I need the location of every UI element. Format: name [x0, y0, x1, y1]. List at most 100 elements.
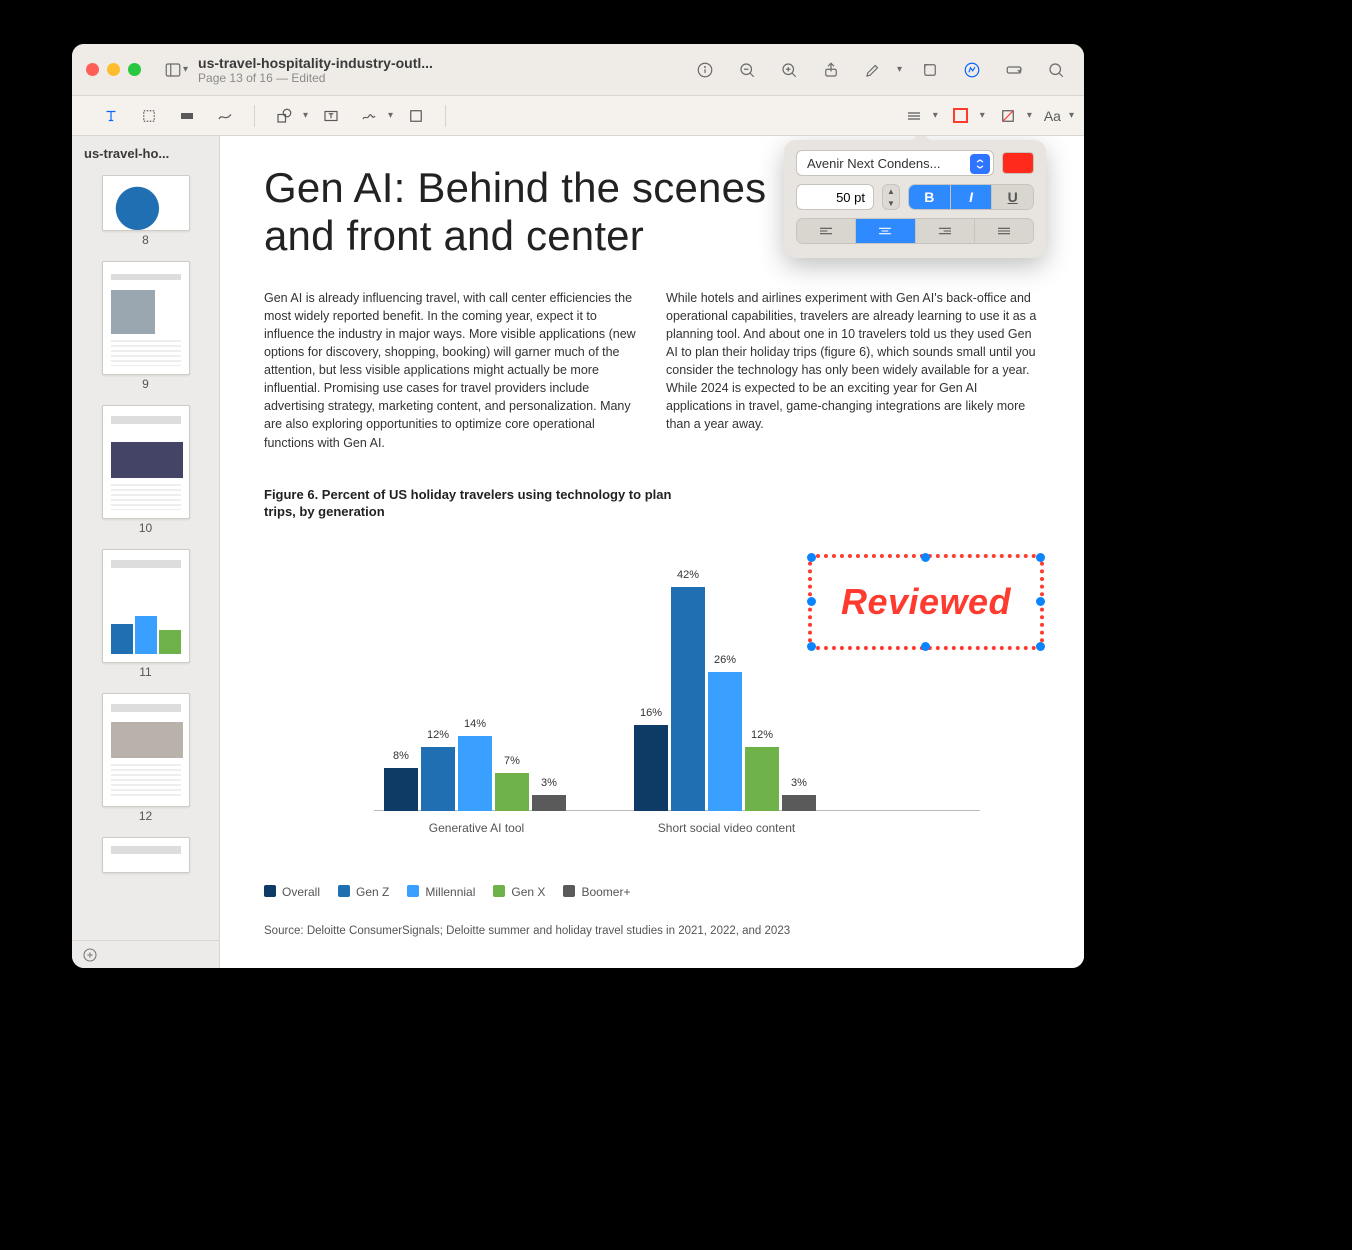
font-style-button[interactable]: Aa	[1040, 102, 1065, 130]
page-thumbnail[interactable]	[102, 405, 190, 519]
fill-color-button[interactable]	[993, 102, 1023, 130]
thumbnail-list[interactable]: 8 9 10	[72, 169, 219, 940]
text-select-tool-button[interactable]	[96, 102, 126, 130]
reviewed-annotation[interactable]: Reviewed	[808, 554, 1044, 650]
shapes-menu-button[interactable]	[269, 102, 299, 130]
highlight-menu-chevron-icon[interactable]: ▾	[897, 64, 902, 75]
font-size-stepper[interactable]: ▲▼	[882, 184, 900, 210]
annotation-text: Reviewed	[841, 581, 1011, 623]
share-button[interactable]	[817, 56, 845, 84]
markup-button[interactable]	[958, 56, 986, 84]
border-color-chevron-icon[interactable]: ▾	[980, 110, 985, 121]
chart-bar-value: 12%	[427, 729, 449, 741]
zoom-out-button[interactable]	[733, 56, 761, 84]
bold-toggle[interactable]: B	[909, 185, 951, 209]
font-size-field[interactable]: 50 pt	[796, 184, 874, 210]
zoom-in-button[interactable]	[775, 56, 803, 84]
rect-select-tool-button[interactable]	[134, 102, 164, 130]
sign-tool-button[interactable]	[354, 102, 384, 130]
border-color-button[interactable]	[946, 102, 976, 130]
chart-bar: 12%	[421, 747, 455, 811]
chart-source: Source: Deloitte ConsumerSignals; Deloit…	[264, 925, 1040, 937]
align-justify-button[interactable]	[975, 219, 1033, 243]
chart-bar: 8%	[384, 768, 418, 811]
body-columns: Gen AI is already influencing travel, wi…	[264, 289, 1040, 452]
chart-bar-value: 3%	[541, 777, 557, 789]
resize-handle[interactable]	[921, 553, 930, 562]
sign-chevron-icon[interactable]: ▾	[388, 110, 393, 121]
chart-bar: 3%	[532, 795, 566, 811]
sketch-tool-button[interactable]	[210, 102, 240, 130]
resize-handle[interactable]	[807, 597, 816, 606]
app-window: ▾ us-travel-hospitality-industry-outl...…	[72, 44, 1084, 968]
line-style-button[interactable]	[899, 102, 929, 130]
align-left-button[interactable]	[797, 219, 856, 243]
thumb-label: 8	[102, 233, 190, 247]
font-family-select[interactable]: Avenir Next Condens...	[796, 150, 994, 176]
highlight-button[interactable]	[859, 56, 887, 84]
column-right: While hotels and airlines experiment wit…	[666, 289, 1040, 452]
thumb-label: 10	[102, 521, 190, 535]
dropdown-icon	[970, 154, 990, 174]
note-tool-button[interactable]	[401, 102, 431, 130]
resize-handle[interactable]	[807, 553, 816, 562]
thumb-label: 12	[102, 809, 190, 823]
font-style-chevron-icon[interactable]: ▾	[1069, 110, 1074, 121]
rotate-button[interactable]	[916, 56, 944, 84]
thumb-label: 11	[102, 665, 190, 679]
legend-item: Boomer+	[563, 885, 630, 899]
sidebar-menu-chevron-icon[interactable]: ▾	[183, 64, 188, 75]
resize-handle[interactable]	[1036, 642, 1045, 651]
underline-toggle[interactable]: U	[992, 185, 1033, 209]
stepper-down-icon[interactable]: ▼	[883, 197, 899, 209]
chart-bar-value: 7%	[504, 755, 520, 767]
resize-handle[interactable]	[921, 642, 930, 651]
fill-color-chevron-icon[interactable]: ▾	[1027, 110, 1032, 121]
stepper-up-icon[interactable]: ▲	[883, 185, 899, 197]
minimize-window-button[interactable]	[107, 63, 120, 76]
form-fill-button[interactable]	[1000, 56, 1028, 84]
legend-swatch	[563, 885, 575, 897]
chart-bar: 12%	[745, 747, 779, 811]
chart-bar: 26%	[708, 672, 742, 811]
text-align-segmented	[796, 218, 1034, 244]
legend-swatch	[338, 885, 350, 897]
chart-bar: 3%	[782, 795, 816, 811]
font-family-value: Avenir Next Condens...	[807, 156, 940, 171]
align-center-button[interactable]	[856, 219, 915, 243]
titlebar: ▾ us-travel-hospitality-industry-outl...…	[72, 44, 1084, 96]
resize-handle[interactable]	[1036, 597, 1045, 606]
legend-swatch	[264, 885, 276, 897]
info-button[interactable]	[691, 56, 719, 84]
resize-handle[interactable]	[1036, 553, 1045, 562]
chart-bar: 14%	[458, 736, 492, 811]
document-viewport[interactable]: Gen AI: Behind the scenes and front and …	[220, 136, 1084, 968]
font-size-value: 50 pt	[836, 190, 865, 205]
chart-bar-value: 14%	[464, 718, 486, 730]
legend-item: Gen X	[493, 885, 545, 899]
sidebar-add-page-button[interactable]	[72, 940, 219, 968]
page-thumbnail[interactable]	[102, 175, 190, 231]
close-window-button[interactable]	[86, 63, 99, 76]
page-thumbnail[interactable]	[102, 261, 190, 375]
chart-bar-value: 8%	[393, 750, 409, 762]
figure-title: Figure 6. Percent of US holiday traveler…	[264, 486, 684, 521]
search-button[interactable]	[1042, 56, 1070, 84]
chart-bar-value: 12%	[751, 729, 773, 741]
resize-handle[interactable]	[807, 642, 816, 651]
align-right-button[interactable]	[916, 219, 975, 243]
fullscreen-window-button[interactable]	[128, 63, 141, 76]
shapes-chevron-icon[interactable]: ▾	[303, 110, 308, 121]
text-color-swatch[interactable]	[1002, 152, 1034, 174]
page-thumbnail[interactable]	[102, 693, 190, 807]
chart-bar-value: 42%	[677, 569, 699, 581]
page-thumbnail[interactable]	[102, 549, 190, 663]
page-thumbnail[interactable]	[102, 837, 190, 873]
text-box-tool-button[interactable]	[316, 102, 346, 130]
line-style-chevron-icon[interactable]: ▾	[933, 110, 938, 121]
markup-toolbar: ▾ ▾ ▾ ▾ ▾ Aa ▾	[72, 96, 1084, 136]
thumb-label: 9	[102, 377, 190, 391]
redact-tool-button[interactable]	[172, 102, 202, 130]
chart-bar-group: 8%12%14%7%3%	[384, 736, 566, 811]
italic-toggle[interactable]: I	[951, 185, 993, 209]
